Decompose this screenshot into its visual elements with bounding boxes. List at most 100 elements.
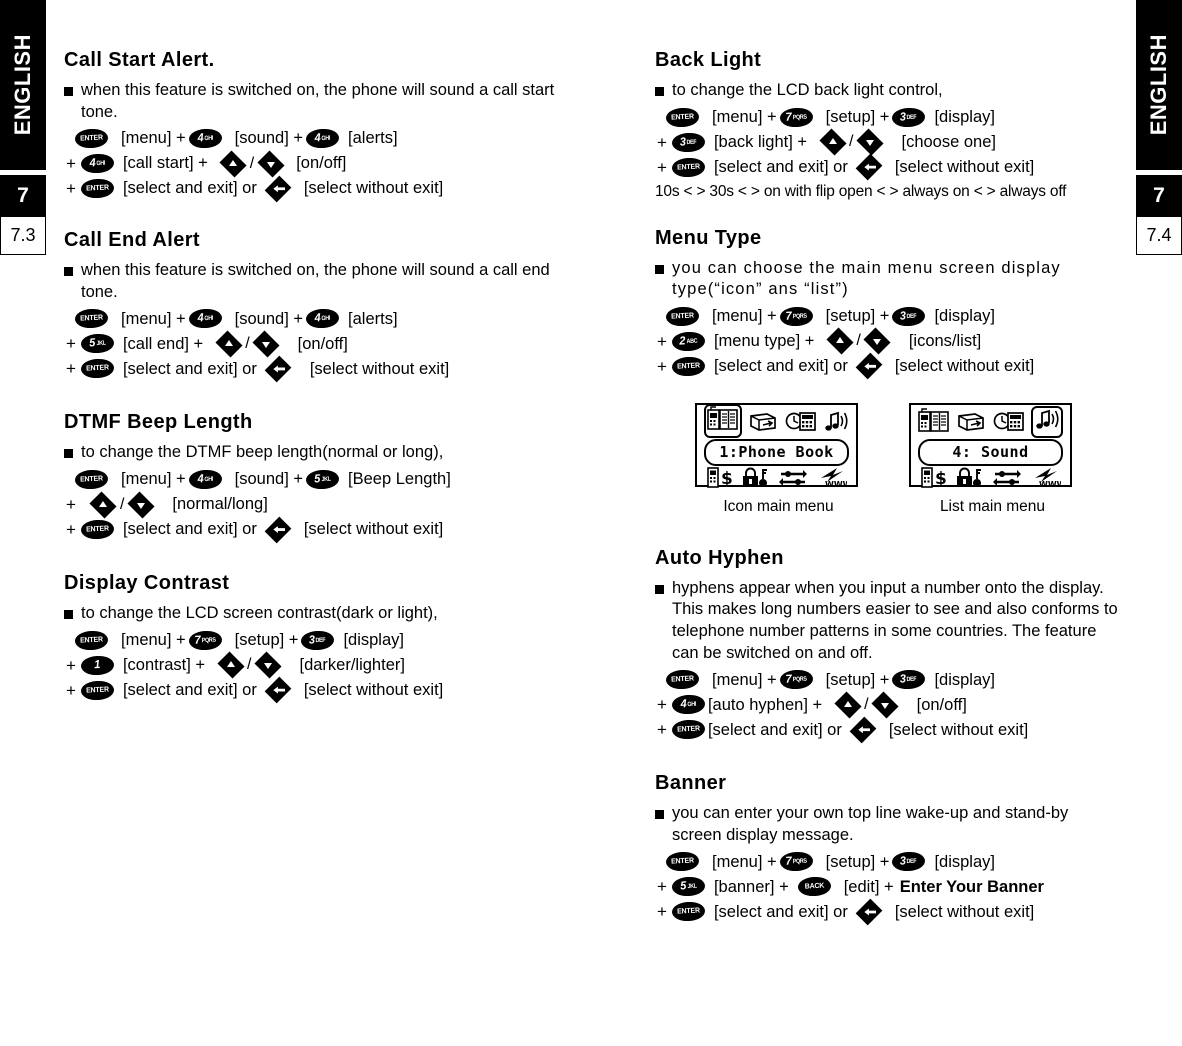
- key-7-icon: 7 PQRS: [779, 851, 814, 873]
- bullet-square-icon: [655, 810, 664, 820]
- key-sequence: ENTER [menu] + 7 PQRS [setup] + 3 DEF [dis…: [655, 105, 1120, 181]
- plus-sign: +: [657, 157, 667, 177]
- key-4-icon: 4 GHI: [671, 694, 706, 716]
- step-label: [display]: [934, 107, 995, 126]
- call-history-icon: [785, 410, 817, 438]
- messages-envelope-icon: [748, 410, 778, 438]
- language-tab-right: ENGLISH: [1136, 0, 1182, 170]
- enter-key-icon: ENTER: [80, 519, 115, 540]
- step-label: [menu] +: [712, 670, 777, 689]
- step-label: [setup] +: [825, 307, 890, 326]
- nav-up-key-icon: [215, 330, 243, 358]
- bullet-text: hyphens appear when you input a number o…: [672, 578, 1118, 662]
- nav-up-key-icon: [217, 651, 245, 679]
- section-call-start-alert: Call Start Alert. when this feature is s…: [64, 49, 564, 203]
- enter-your-banner-label: Enter Your Banner: [899, 877, 1044, 896]
- section-title: Back Light: [655, 49, 762, 71]
- slash-sign: /: [864, 695, 869, 713]
- bullet-row: when this feature is switched on, the ph…: [64, 260, 564, 303]
- bullet-text: to change the LCD back light control,: [672, 81, 943, 99]
- key-sequence-line: ENTER [menu] + 4 GHI [sound] + 4 GHI [aler…: [64, 126, 564, 151]
- plus-sign: +: [66, 359, 76, 379]
- chapter-number-left: 7: [17, 184, 29, 207]
- back-key-icon: [856, 153, 883, 181]
- section-title: DTMF Beep Length: [64, 411, 253, 434]
- plus-sign: +: [66, 154, 76, 174]
- key-sequence-line: ENTER [menu] + 7 PQRS [setup] + 3 DEF [dis…: [655, 849, 1120, 874]
- key-sequence-line: + ENTER [select and exit] or [select wit…: [655, 153, 1120, 181]
- step-label: [on/off]: [916, 695, 967, 714]
- step-label: [contrast] +: [122, 655, 206, 674]
- slash-sign: /: [247, 656, 252, 674]
- back-key-icon: BACK: [797, 876, 832, 898]
- svg-text:WWW.: WWW.: [825, 480, 847, 488]
- nav-down-key-icon: [257, 150, 285, 178]
- enter-key-icon: ENTER: [80, 358, 115, 380]
- enter-key-icon: ENTER: [665, 305, 700, 327]
- key-sequence: ENTER [menu] + 4 GHI [sound] + 5 JKL [Beep…: [64, 467, 564, 543]
- step-label: [select and exit] or: [713, 902, 848, 921]
- section-title: Call End Alert: [64, 229, 200, 252]
- key-sequence-line: ENTER [menu] + 4 GHI [sound] + 5 JKL [Beep…: [64, 467, 564, 492]
- nav-up-key-icon: [819, 128, 847, 156]
- bullet-row: you can choose the main menu screen disp…: [655, 258, 1120, 301]
- key-sequence-line: + 3 DEF [back light] + / [choose one]: [655, 128, 1120, 156]
- key-4-icon: 4 GHI: [80, 153, 115, 175]
- plus-sign: +: [66, 334, 76, 354]
- key-1-icon: 1: [80, 654, 115, 676]
- key-sequence: ENTER [menu] + 7 PQRS [setup] + 3 DEF [dis…: [655, 304, 1120, 380]
- step-label: [select without exit]: [309, 359, 450, 378]
- key-sequence-line: ENTER [menu] + 7 PQRS [setup] + 3 DEF [dis…: [655, 667, 1120, 692]
- step-label: [display]: [343, 630, 404, 649]
- step-label: [setup] +: [825, 670, 890, 689]
- language-tab-left: ENGLISH: [0, 0, 46, 170]
- plus-sign: +: [66, 680, 76, 700]
- step-label: [call start] +: [122, 154, 208, 173]
- section-title: Display Contrast: [64, 572, 230, 595]
- step-label: [select and exit] or: [122, 359, 257, 378]
- security-lock-icon: [741, 467, 769, 493]
- phone-book-icon: [918, 408, 950, 438]
- nav-down-key-icon: [863, 327, 891, 355]
- plus-sign: +: [657, 695, 667, 715]
- key-sequence-line: + ENTER [select and exit] or [select wit…: [655, 898, 1120, 926]
- key-sequence-line: + ENTER [select and exit] or [select wit…: [64, 676, 564, 704]
- plus-sign: +: [657, 877, 667, 897]
- step-label: [sound] +: [234, 129, 304, 148]
- back-key-icon: [265, 355, 292, 383]
- svg-text:WWW.: WWW.: [1039, 480, 1061, 488]
- section-dtmf-beep-length: DTMF Beep Length to change the DTMF beep…: [64, 411, 564, 543]
- section-title: Call Start Alert.: [64, 49, 215, 71]
- slash-sign: /: [249, 154, 255, 172]
- enter-key-icon: ENTER: [671, 355, 706, 377]
- step-label: [select without exit]: [303, 179, 444, 198]
- bullet-square-icon: [64, 449, 73, 459]
- step-label: [select without exit]: [888, 720, 1029, 739]
- step-label: [display]: [934, 852, 995, 871]
- section-call-end-alert: Call End Alert when this feature is swit…: [64, 229, 564, 383]
- nav-down-key-icon: [871, 691, 899, 719]
- key-sequence-line: + ENTER [select and exit] or [select wit…: [655, 352, 1120, 380]
- lcd-bottom-icon-row: $ WW: [702, 466, 854, 493]
- key-7-icon: 7 PQRS: [779, 669, 814, 691]
- step-label: [display]: [934, 307, 995, 326]
- step-label: [normal/long]: [172, 495, 268, 514]
- enter-key-icon: ENTER: [671, 901, 706, 923]
- nav-up-key-icon: [834, 691, 862, 719]
- figure-caption: List main menu: [939, 497, 1046, 515]
- nav-up-key-icon: [89, 491, 117, 519]
- step-label: [icons/list]: [908, 332, 982, 351]
- step-label: [menu] +: [712, 852, 777, 871]
- bullet-row: to change the LCD back light control,: [655, 80, 1120, 102]
- key-5-icon: 5 JKL: [671, 876, 706, 898]
- bullet-row: when this feature is switched on, the ph…: [64, 80, 564, 123]
- key-sequence-line: + 1 [contrast] + / [darker/lighter]: [64, 651, 564, 679]
- key-3-icon: 3 DEF: [891, 669, 926, 691]
- step-label: [Beep Length]: [348, 470, 451, 489]
- billing-icon: $: [920, 467, 947, 493]
- bullet-row: to change the LCD screen contrast(dark o…: [64, 603, 564, 625]
- step-label: [alerts]: [348, 309, 398, 328]
- messages-envelope-icon: [956, 410, 986, 438]
- bullet-square-icon: [64, 610, 73, 620]
- slash-sign: /: [849, 133, 854, 151]
